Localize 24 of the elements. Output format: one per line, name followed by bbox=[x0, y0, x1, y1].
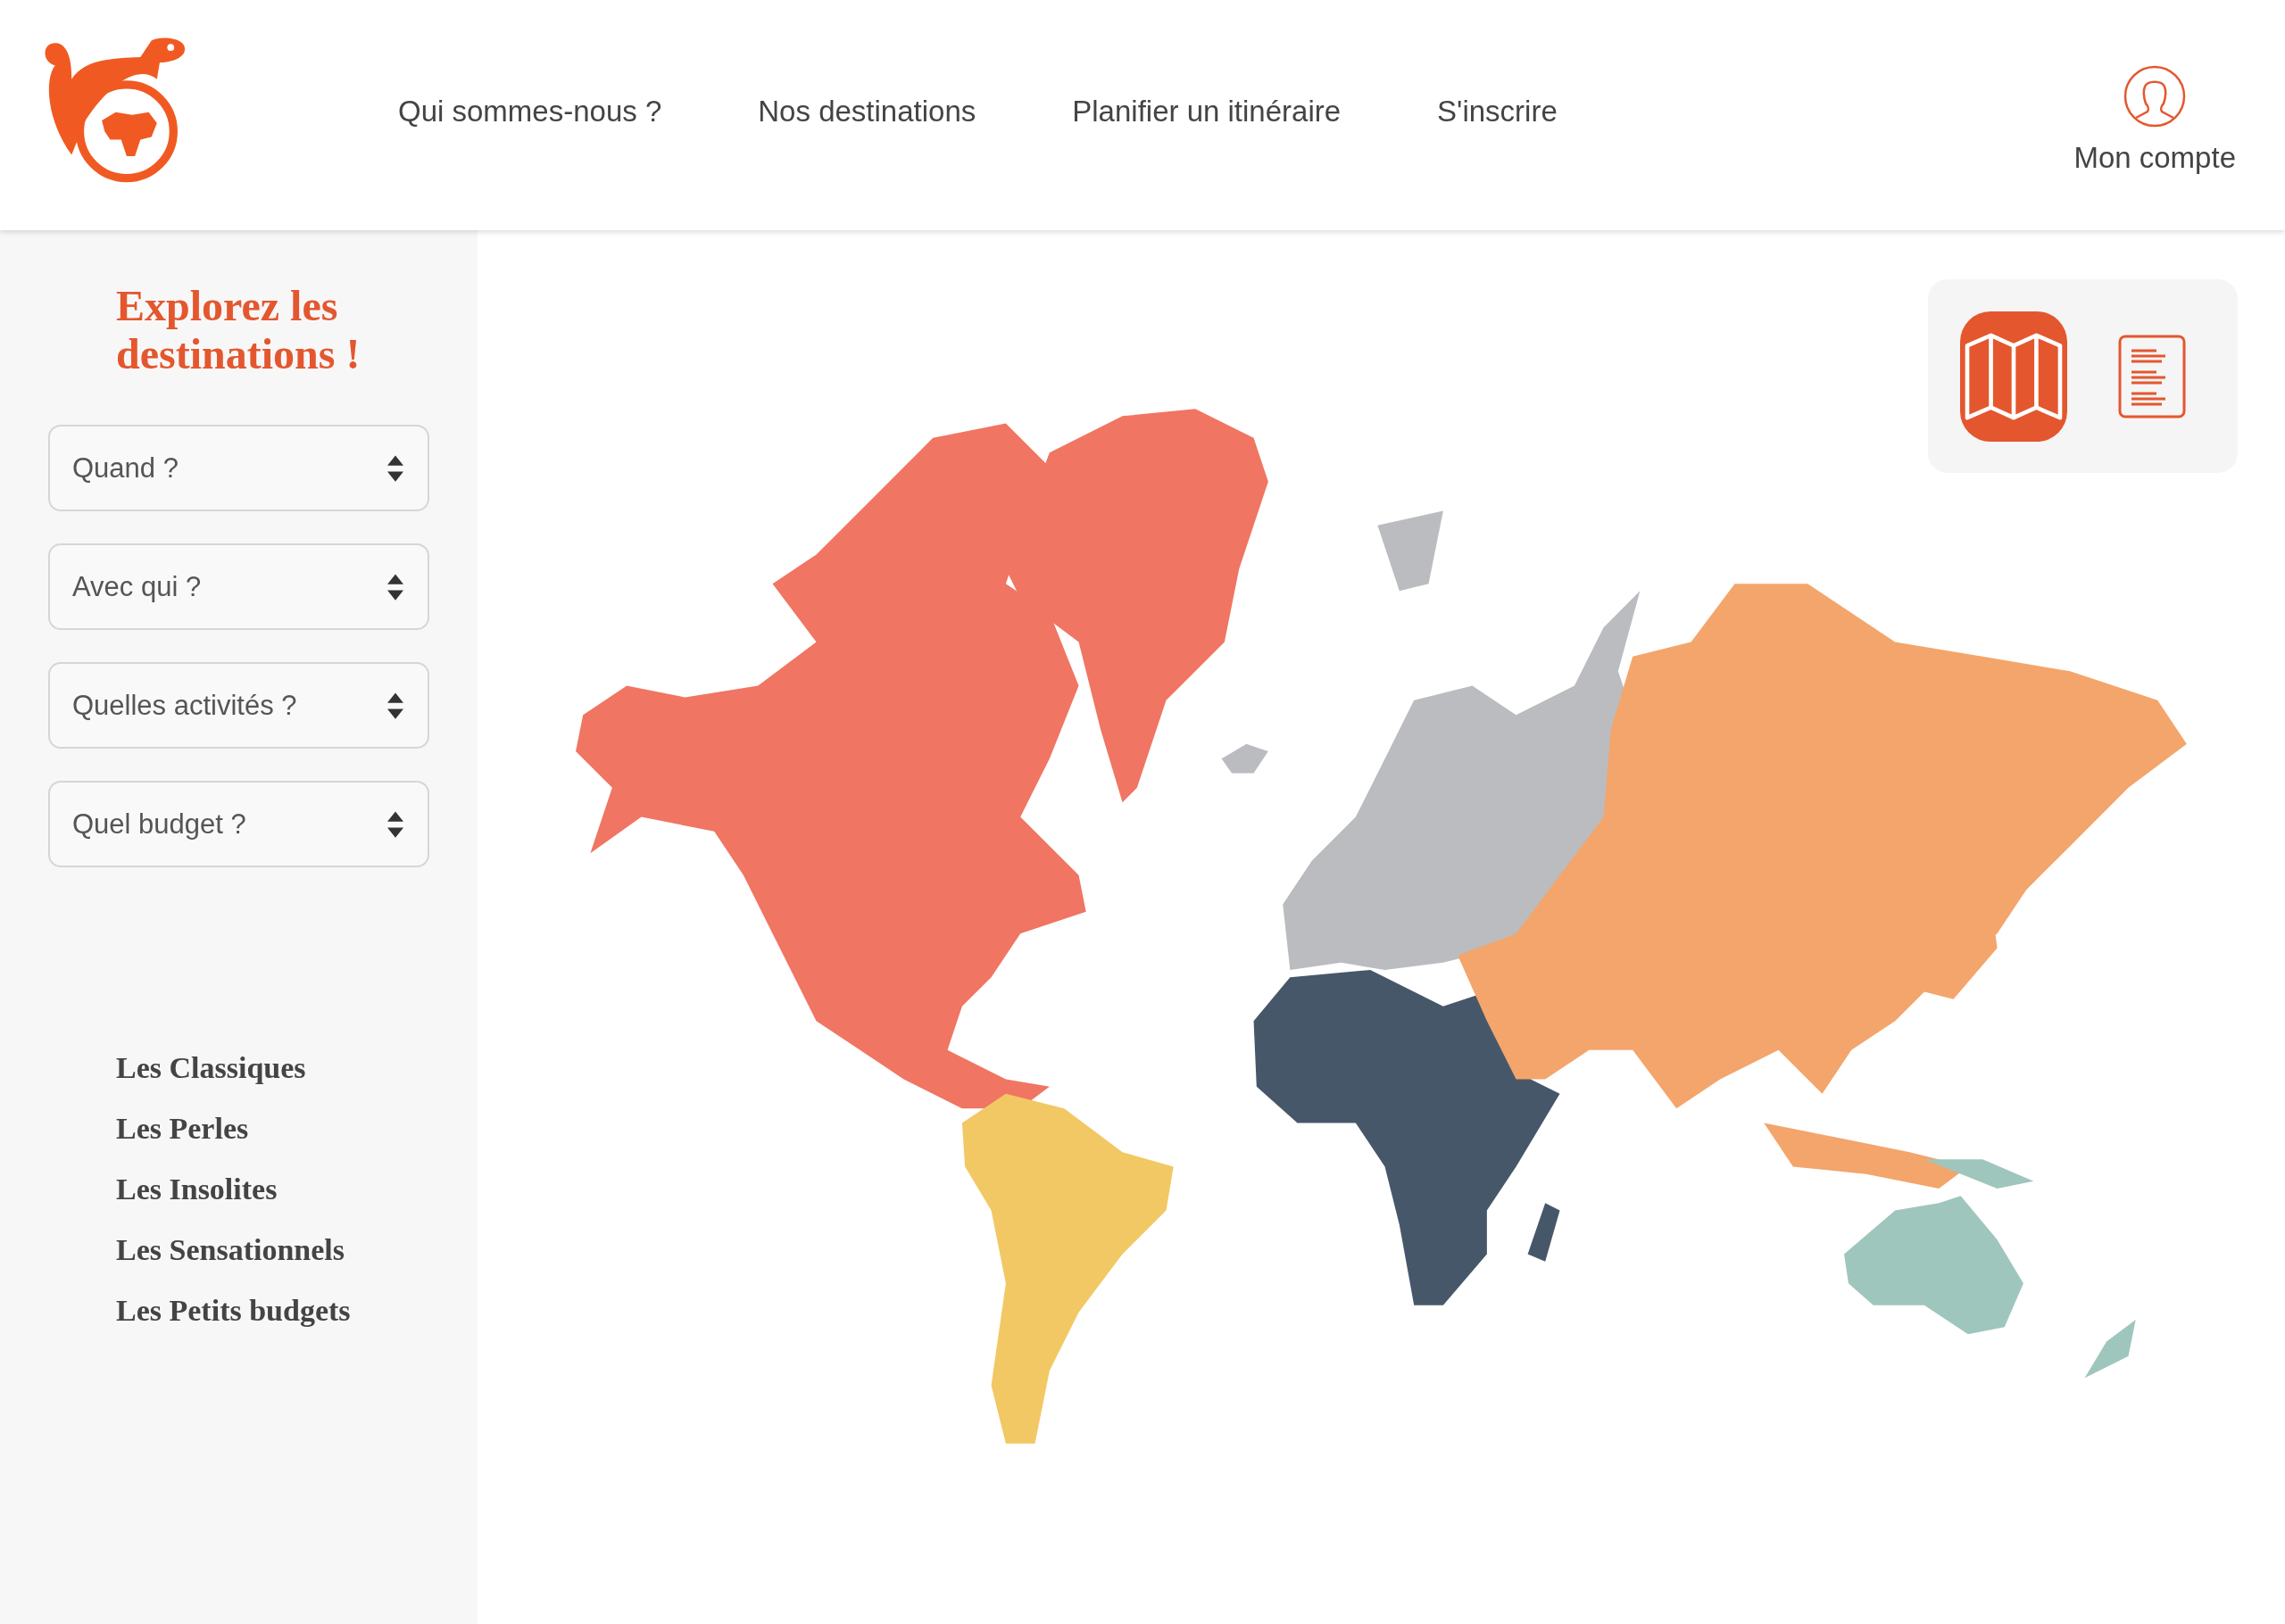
category-link[interactable]: Les Petits budgets bbox=[116, 1290, 478, 1331]
map-view-button[interactable] bbox=[1960, 311, 2067, 442]
filter-dropdown[interactable]: Avec qui ? bbox=[48, 543, 429, 630]
filter-dropdown[interactable]: Quand ? bbox=[48, 425, 429, 511]
sidebar-title: Explorez les destinations ! bbox=[116, 282, 361, 378]
category-link[interactable]: Les Classiques bbox=[116, 1048, 478, 1089]
category-link[interactable]: Les Perles bbox=[116, 1108, 478, 1149]
nav-link[interactable]: Planifier un itinéraire bbox=[1072, 95, 1342, 128]
category-link[interactable]: Les Insolites bbox=[116, 1169, 478, 1210]
nav-link[interactable]: Nos destinations bbox=[758, 95, 976, 128]
nav-link[interactable]: S'inscrire bbox=[1437, 95, 1558, 128]
filter-dropdown[interactable]: Quel budget ? bbox=[48, 781, 429, 867]
account-link[interactable]: Mon compte bbox=[2073, 64, 2236, 175]
sort-arrows-icon bbox=[387, 810, 403, 838]
user-icon bbox=[2123, 64, 2188, 128]
continent-shape[interactable] bbox=[1253, 970, 1560, 1305]
filter-dropdown[interactable]: Quelles activités ? bbox=[48, 662, 429, 749]
continent-shape[interactable] bbox=[1458, 584, 2187, 1189]
sort-arrows-icon bbox=[387, 692, 403, 719]
nav-link[interactable]: Qui sommes-nous ? bbox=[398, 95, 662, 128]
sort-arrows-icon bbox=[387, 454, 403, 482]
category-link[interactable]: Les Sensationnels bbox=[116, 1230, 478, 1271]
sort-arrows-icon bbox=[387, 573, 403, 601]
document-list-icon bbox=[2118, 334, 2186, 418]
